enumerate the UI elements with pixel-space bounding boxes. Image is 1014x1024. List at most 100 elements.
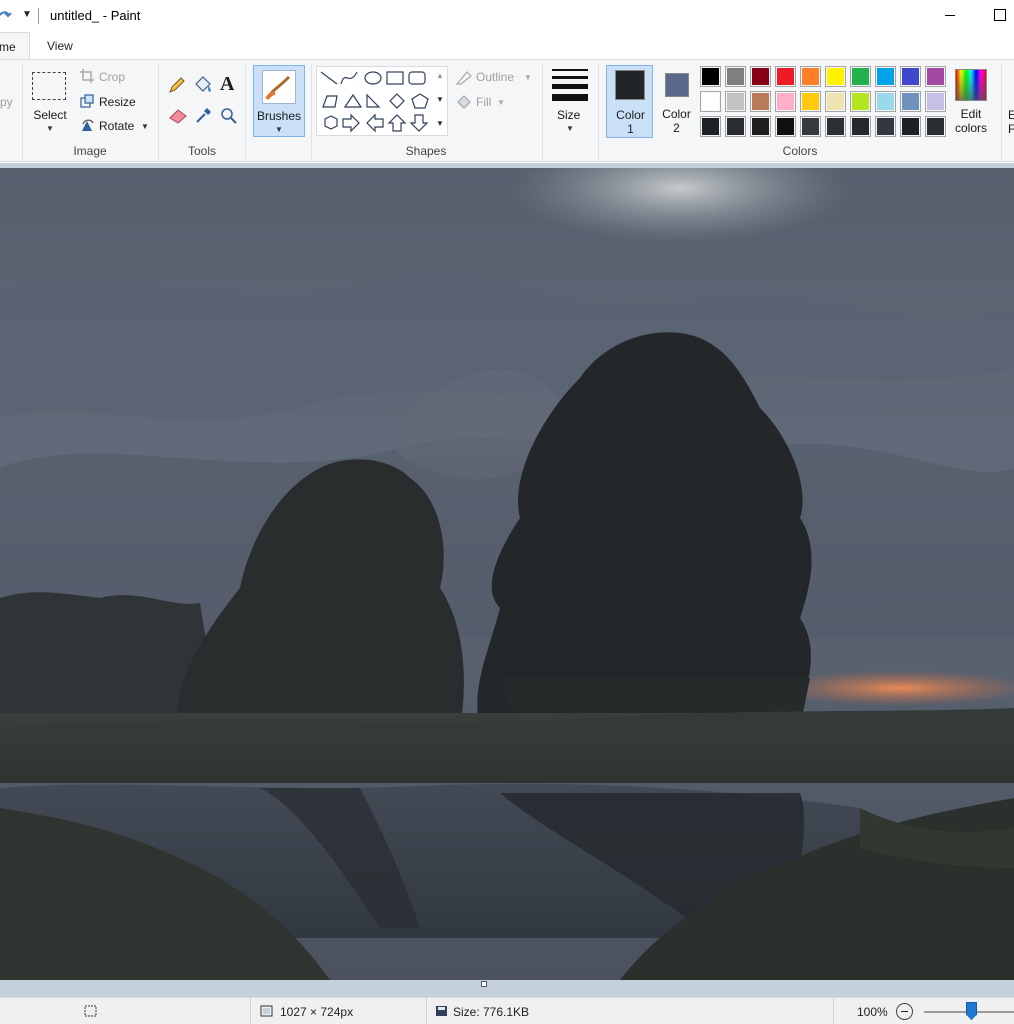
palette-color-swatch[interactable] <box>900 91 921 112</box>
painting <box>0 168 1014 980</box>
colors-group-label: Colors <box>782 144 818 158</box>
palette-color-swatch[interactable] <box>775 66 796 87</box>
shapes-scroll-down-icon[interactable]: ▼ <box>436 95 444 104</box>
zoom-out-button[interactable] <box>896 1003 913 1020</box>
brushes-button[interactable]: Brushes ▼ <box>253 65 305 137</box>
palette-color-swatch[interactable] <box>700 91 721 112</box>
palette-color-swatch[interactable] <box>875 91 896 112</box>
minimize-button[interactable] <box>936 4 964 26</box>
palette-color-swatch[interactable] <box>700 66 721 87</box>
fill-icon[interactable] <box>455 93 473 111</box>
fill-button[interactable]: Fill <box>476 95 491 109</box>
palette-color-fill <box>827 68 844 85</box>
palette-color-fill <box>827 118 844 135</box>
palette-color-swatch[interactable] <box>850 66 871 87</box>
shapes-expand-icon[interactable]: ▼ <box>436 119 444 128</box>
group-separator <box>598 64 599 160</box>
size-dropdown-icon[interactable]: ▼ <box>566 124 574 133</box>
group-separator <box>1001 64 1002 160</box>
shape-oval <box>364 71 382 85</box>
maximize-button[interactable] <box>986 4 1014 26</box>
palette-color-fill <box>827 93 844 110</box>
palette-color-swatch[interactable] <box>800 91 821 112</box>
palette-color-swatch[interactable] <box>825 116 846 137</box>
rotate-dropdown-icon[interactable]: ▼ <box>141 122 149 131</box>
drawing-canvas[interactable] <box>0 168 1014 980</box>
palette-color-swatch[interactable] <box>750 91 771 112</box>
select-icon[interactable] <box>32 72 66 100</box>
text-tool-icon[interactable]: A <box>220 73 234 96</box>
palette-color-swatch[interactable] <box>750 66 771 87</box>
color-picker-icon[interactable] <box>195 106 213 124</box>
palette-color-swatch[interactable] <box>725 91 746 112</box>
resize-button[interactable]: Resize <box>99 95 136 109</box>
palette-color-swatch[interactable] <box>750 116 771 137</box>
palette-color-swatch[interactable] <box>925 66 946 87</box>
shape-right-arrow <box>342 113 360 133</box>
magnifier-icon[interactable] <box>220 107 238 125</box>
shape-diamond <box>389 93 405 109</box>
crop-button[interactable]: Crop <box>99 70 125 84</box>
palette-color-swatch[interactable] <box>800 66 821 87</box>
palette-color-swatch[interactable] <box>925 91 946 112</box>
palette-color-fill <box>877 68 894 85</box>
edit-colors-button[interactable]: Edit colors <box>950 65 992 138</box>
palette-color-swatch[interactable] <box>875 66 896 87</box>
palette-color-swatch[interactable] <box>850 116 871 137</box>
canvas-resize-handle[interactable] <box>481 981 487 987</box>
zoom-slider-thumb[interactable] <box>966 1002 977 1020</box>
palette-color-swatch[interactable] <box>900 66 921 87</box>
fill-dropdown-icon[interactable]: ▼ <box>497 98 505 107</box>
palette-color-fill <box>902 68 919 85</box>
color-palette <box>700 66 950 138</box>
fill-bucket-icon[interactable] <box>193 75 213 95</box>
color1-button[interactable]: Color 1 <box>606 65 653 138</box>
palette-color-swatch[interactable] <box>925 116 946 137</box>
copy-button-partial[interactable]: py <box>0 95 13 109</box>
file-size: Size: 776.1KB <box>453 1005 530 1019</box>
palette-color-swatch[interactable] <box>775 91 796 112</box>
size-button[interactable]: Size <box>557 108 580 122</box>
group-separator <box>22 64 23 160</box>
color2-button[interactable]: Color 2 <box>653 65 700 138</box>
shapes-scroll-up-icon[interactable]: ▲ <box>436 71 444 80</box>
eraser-icon[interactable] <box>168 108 188 124</box>
pencil-icon[interactable] <box>168 76 186 94</box>
palette-color-swatch[interactable] <box>775 116 796 137</box>
outline-icon[interactable] <box>455 70 473 86</box>
size-icon[interactable] <box>552 69 588 101</box>
shape-right-triangle <box>366 93 381 108</box>
palette-color-swatch[interactable] <box>850 91 871 112</box>
image-group-label: Image <box>73 144 107 158</box>
resize-icon[interactable] <box>80 94 94 108</box>
palette-color-swatch[interactable] <box>700 116 721 137</box>
tab-view[interactable]: View <box>47 32 73 60</box>
palette-color-swatch[interactable] <box>725 116 746 137</box>
color2-label: Color 2 <box>662 107 691 135</box>
palette-color-swatch[interactable] <box>725 66 746 87</box>
palette-color-swatch[interactable] <box>900 116 921 137</box>
palette-color-swatch[interactable] <box>825 91 846 112</box>
redo-icon[interactable] <box>0 6 12 24</box>
shape-hexagon <box>324 115 338 130</box>
palette-color-fill <box>802 118 819 135</box>
crop-icon[interactable] <box>80 69 94 83</box>
shape-rounded-rectangle <box>408 71 426 85</box>
palette-color-fill <box>852 93 869 110</box>
palette-color-fill <box>927 93 944 110</box>
next-group-button-partial[interactable]: EF <box>1008 108 1014 136</box>
palette-color-swatch[interactable] <box>800 116 821 137</box>
rotate-icon[interactable] <box>80 118 95 133</box>
select-button[interactable]: Select <box>30 108 70 122</box>
rotate-button[interactable]: Rotate <box>99 119 134 133</box>
palette-color-swatch[interactable] <box>875 116 896 137</box>
title-bar: ▼ untitled_ - Paint <box>0 0 1014 32</box>
palette-color-fill <box>702 118 719 135</box>
outline-dropdown-icon[interactable]: ▼ <box>524 73 532 82</box>
select-dropdown-icon[interactable]: ▼ <box>46 124 54 133</box>
customize-qat-icon[interactable]: ▼ <box>22 9 32 20</box>
tab-home[interactable]: me <box>0 32 30 60</box>
shapes-gallery[interactable]: ▲ ▼ ▼ <box>316 66 448 136</box>
outline-button[interactable]: Outline <box>476 70 514 84</box>
palette-color-swatch[interactable] <box>825 66 846 87</box>
